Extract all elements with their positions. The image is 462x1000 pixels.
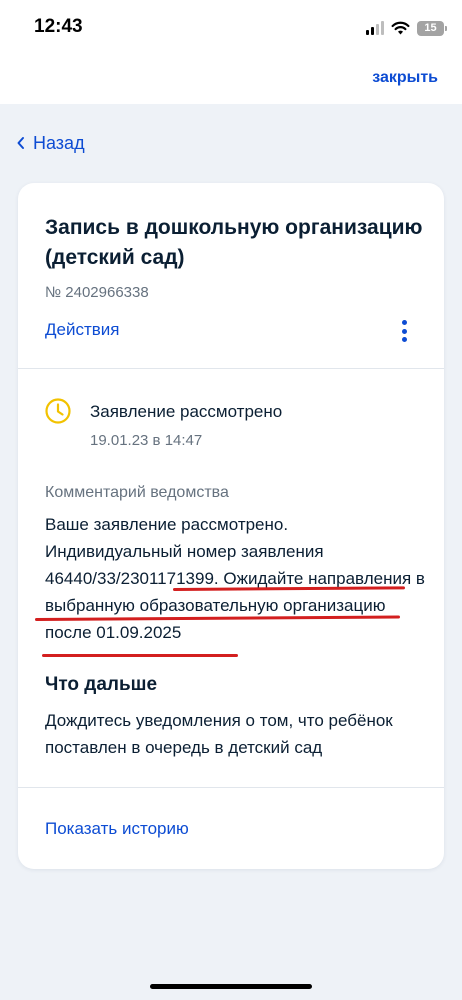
status-time: 12:43 (34, 16, 83, 37)
wifi-icon (391, 21, 410, 35)
back-button[interactable]: Назад (16, 132, 85, 154)
status-title: Заявление рассмотрено (90, 402, 283, 421)
home-indicator (150, 984, 312, 989)
back-label: Назад (33, 132, 85, 153)
application-title: Запись в дошкольную организацию (детский… (45, 216, 423, 269)
red-underline-annotation (42, 654, 238, 657)
top-bar: 12:43 15 закрыть (0, 0, 462, 104)
show-history-button[interactable]: Показать историю (45, 819, 189, 839)
next-steps-title: Что дальше (45, 674, 158, 695)
battery-icon: 15 (417, 20, 447, 36)
status-date: 19.01.23 в 14:47 (90, 432, 203, 449)
cellular-signal-icon (366, 21, 384, 35)
divider (18, 787, 444, 788)
divider (18, 368, 444, 369)
clock-icon (45, 398, 71, 424)
comment-label: Комментарий ведомства (45, 484, 229, 501)
actions-button[interactable]: Действия (45, 320, 119, 340)
next-steps-text: Дождитесь уведомления о том, что ребёнок… (45, 711, 393, 757)
more-options-icon[interactable] (400, 320, 408, 342)
chevron-left-icon (17, 137, 24, 149)
close-button[interactable]: закрыть (372, 69, 438, 87)
application-card: Запись в дошкольную организацию (детский… (18, 183, 444, 869)
status-icons: 15 (366, 18, 447, 38)
application-number: № 2402966338 (45, 284, 149, 301)
comment-text: Ваше заявление рассмотрено. Индивидуальн… (45, 515, 425, 642)
